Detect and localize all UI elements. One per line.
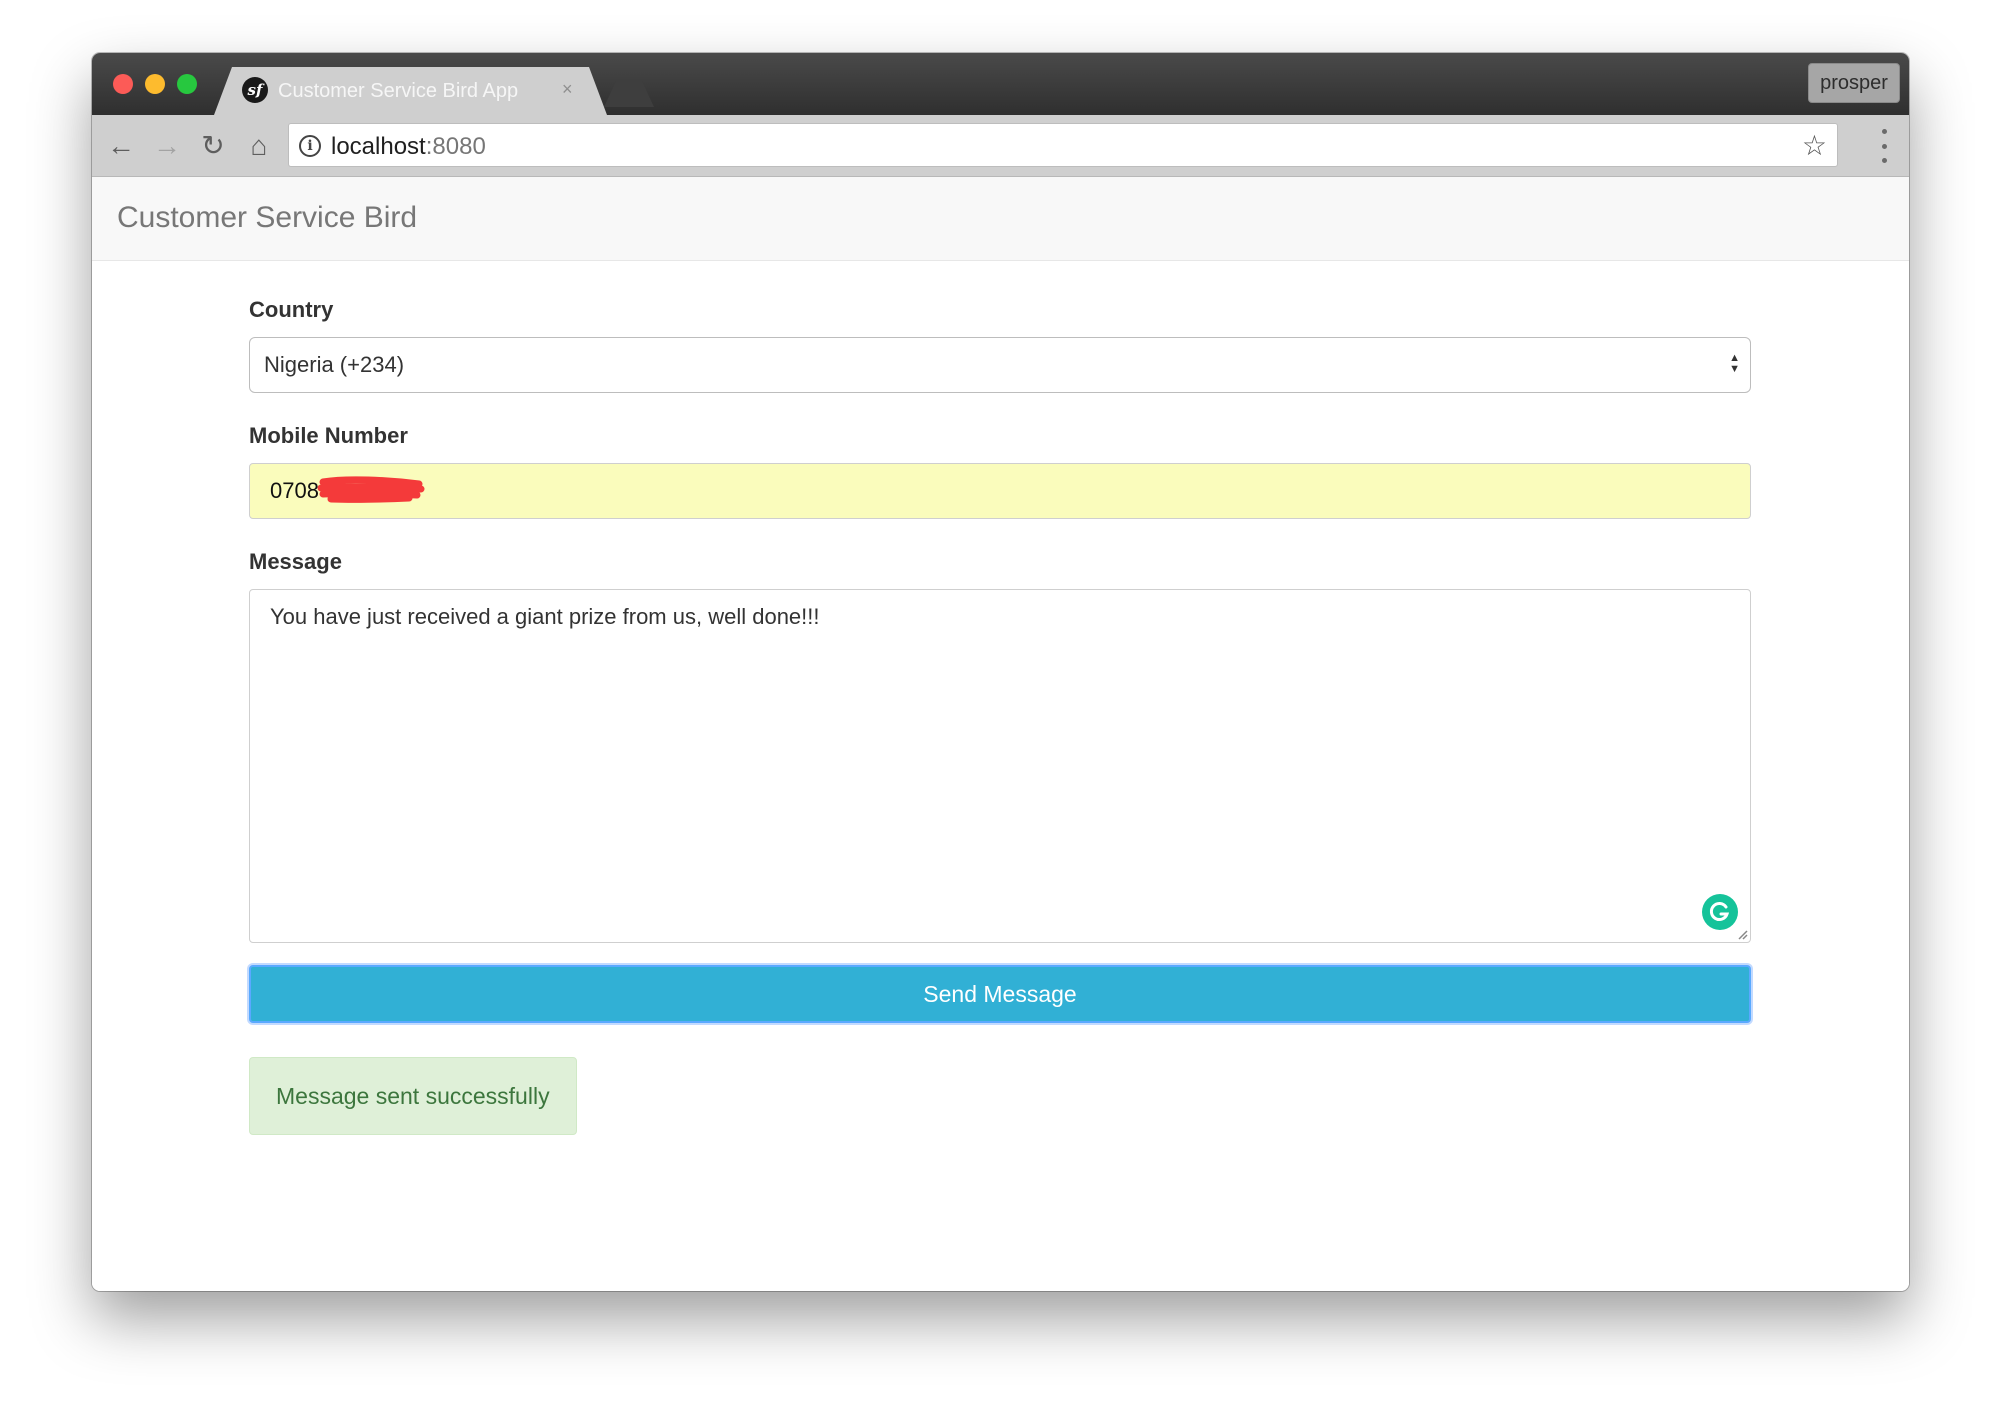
browser-toolbar: ← → ↻ ⌂ i localhost:8080 ☆	[92, 115, 1909, 177]
tab-customer-service-bird[interactable]: sf Customer Service Bird App ×	[214, 67, 607, 115]
info-icon[interactable]: i	[299, 135, 321, 157]
country-label: Country	[249, 297, 334, 322]
message-form: Country Nigeria (+234) ▲ ▼ Mobile Number …	[249, 297, 1751, 1135]
back-arrow-icon[interactable]: ←	[104, 129, 138, 163]
grammarly-icon[interactable]	[1702, 894, 1738, 930]
page-content: Customer Service Bird Country Nigeria (+…	[92, 177, 1909, 1291]
url-port: :8080	[425, 133, 486, 160]
url-text[interactable]: localhost:8080	[331, 133, 486, 161]
message-text: You have just received a giant prize fro…	[270, 604, 820, 629]
success-alert: Message sent successfully	[249, 1057, 577, 1135]
mobile-number-input[interactable]: 0708	[249, 463, 1751, 519]
tab-title: Customer Service Bird App	[278, 80, 519, 102]
new-tab-button[interactable]	[604, 81, 654, 107]
maximize-window-button[interactable]	[177, 74, 197, 94]
send-message-button[interactable]: Send Message	[249, 965, 1751, 1023]
tab-close-icon[interactable]: ×	[562, 79, 573, 100]
home-icon[interactable]: ⌂	[242, 129, 276, 163]
select-arrows-icon: ▲ ▼	[1729, 352, 1740, 375]
close-window-button[interactable]	[113, 74, 133, 94]
address-bar[interactable]: i localhost:8080 ☆	[288, 123, 1838, 167]
resize-grip-icon[interactable]	[1736, 928, 1748, 940]
mobile-number-label: Mobile Number	[249, 423, 408, 448]
minimize-window-button[interactable]	[145, 74, 165, 94]
country-select[interactable]: Nigeria (+234) ▲ ▼	[249, 337, 1751, 393]
url-host: localhost	[331, 133, 426, 160]
message-label: Message	[249, 549, 342, 574]
symfony-favicon-icon: sf	[242, 77, 268, 103]
country-selected-value: Nigeria (+234)	[264, 352, 405, 377]
title-bar: sf Customer Service Bird App × prosper	[92, 53, 1909, 115]
profile-button[interactable]: prosper	[1808, 63, 1900, 103]
app-navbar: Customer Service Bird	[92, 177, 1909, 261]
browser-window: sf Customer Service Bird App × prosper ←…	[92, 53, 1909, 1291]
forward-arrow-icon[interactable]: →	[150, 129, 184, 163]
kebab-menu-icon[interactable]	[1881, 129, 1887, 163]
navbar-brand[interactable]: Customer Service Bird	[117, 201, 417, 235]
redaction-scribble	[317, 476, 425, 503]
reload-icon[interactable]: ↻	[196, 129, 230, 163]
message-textarea[interactable]: You have just received a giant prize fro…	[249, 589, 1751, 943]
bookmark-star-icon[interactable]: ☆	[1802, 129, 1827, 162]
mobile-number-value: 0708	[270, 478, 319, 503]
